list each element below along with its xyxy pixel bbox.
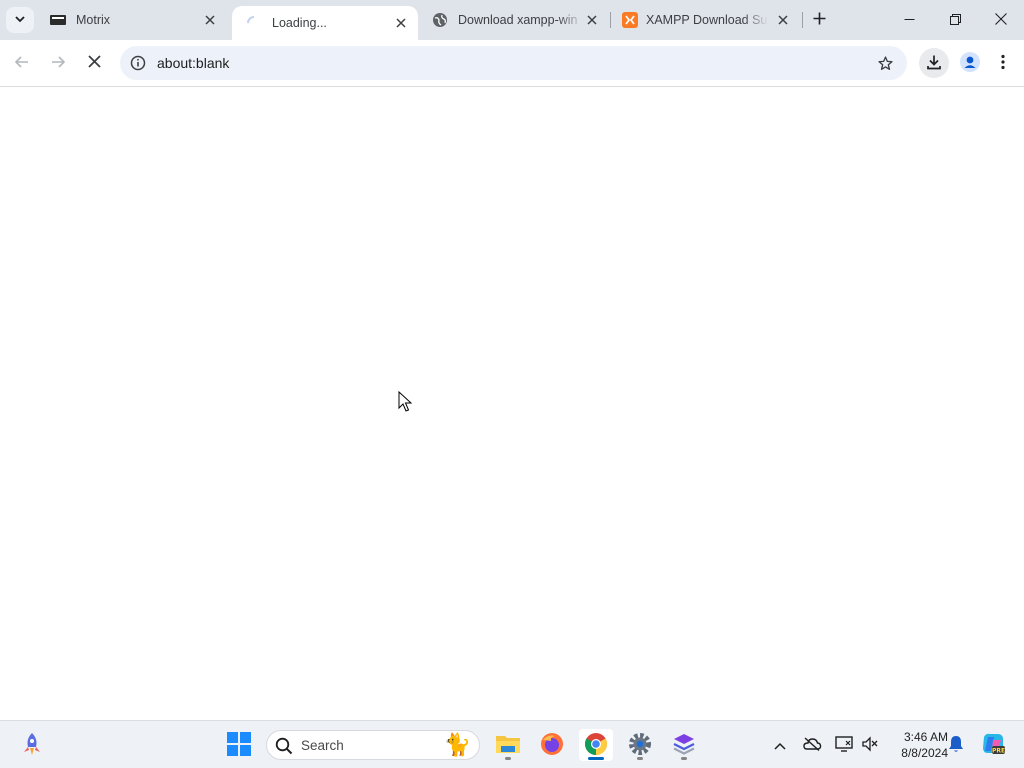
taskbar-chrome[interactable] (579, 729, 613, 761)
notifications-button[interactable] (946, 735, 966, 755)
stop-loading-button[interactable] (79, 48, 109, 78)
settings-icon (628, 732, 652, 759)
speaker-muted-icon (861, 735, 879, 755)
tab-title: Download xampp-win (458, 13, 578, 27)
tab-loading[interactable]: Loading... (232, 6, 418, 40)
tab-title: XAMPP Download Suc (646, 13, 768, 27)
windows-taskbar: Search 🐈 3:46 AM 8/8/2024 PRE (0, 720, 1024, 768)
start-button[interactable] (222, 729, 256, 761)
system-clock[interactable]: 3:46 AM 8/8/2024 (886, 729, 948, 761)
rocket-app-icon (21, 732, 43, 759)
address-bar[interactable]: about:blank (120, 46, 907, 80)
tab-download-xampp[interactable]: Download xampp-win (418, 0, 610, 40)
copilot-pre-icon: PRE (980, 731, 1006, 760)
arrow-left-icon (14, 54, 30, 73)
globe-icon (432, 12, 448, 28)
tab-xampp-download-success[interactable]: XAMPP Download Suc (610, 0, 802, 40)
profile-avatar-icon (960, 51, 980, 75)
tab-title: Loading... (272, 16, 327, 30)
active-indicator (588, 757, 604, 760)
close-tab-icon[interactable] (391, 13, 411, 33)
more-vertical-icon (1001, 54, 1005, 73)
show-hidden-icons-button[interactable] (770, 735, 790, 755)
new-tab-button[interactable] (806, 8, 832, 32)
restore-icon (949, 13, 961, 28)
taskbar-stack-app[interactable] (667, 729, 701, 761)
widgets-button[interactable] (15, 729, 49, 761)
browser-menu-button[interactable] (988, 48, 1018, 78)
chrome-icon (584, 732, 608, 759)
running-indicator (637, 757, 643, 760)
close-icon (995, 12, 1007, 28)
close-icon (87, 55, 101, 71)
firefox-icon (540, 732, 564, 759)
close-tab-icon[interactable] (773, 10, 793, 30)
bookmark-star-icon[interactable] (875, 53, 895, 73)
forward-button[interactable] (43, 48, 73, 78)
display-tray[interactable] (834, 735, 854, 755)
mouse-cursor-icon (398, 390, 413, 416)
page-content-blank[interactable] (0, 87, 1024, 720)
file-explorer-icon (495, 733, 521, 758)
tab-title: Motrix (76, 13, 111, 27)
tab-separator (802, 12, 803, 28)
arrow-right-icon (50, 54, 66, 73)
xampp-icon (622, 12, 638, 28)
restore-button[interactable] (932, 0, 978, 40)
minimize-button[interactable] (886, 0, 932, 40)
tab-motrix[interactable]: Motrix (36, 0, 228, 40)
search-icon (275, 737, 293, 758)
running-indicator (681, 757, 687, 760)
browser-toolbar: about:blank (0, 40, 1024, 87)
windows-start-icon (227, 731, 251, 759)
tab-strip: Motrix Loading... Download xampp-win XAM… (0, 0, 1024, 40)
profile-button[interactable] (955, 48, 985, 78)
taskbar-file-explorer[interactable] (491, 729, 525, 761)
chevron-down-icon (14, 13, 26, 28)
clock-date: 8/8/2024 (901, 746, 948, 760)
taskbar-search[interactable]: Search 🐈 (266, 730, 480, 760)
url-text[interactable]: about:blank (157, 55, 229, 71)
monitor-icon (835, 735, 853, 755)
chevron-up-icon (774, 738, 786, 753)
copilot-button[interactable]: PRE (980, 732, 1006, 758)
bell-icon (948, 735, 964, 756)
downloads-button[interactable] (919, 48, 949, 78)
taskbar-settings[interactable] (623, 729, 657, 761)
minimize-icon (904, 13, 915, 28)
close-tab-icon[interactable] (200, 10, 220, 30)
search-placeholder: Search (301, 738, 344, 753)
tab-search-button[interactable] (6, 7, 34, 33)
volume-tray[interactable] (860, 735, 880, 755)
loading-spinner-icon (246, 15, 262, 31)
search-highlight-cat-icon: 🐈 (443, 732, 471, 757)
download-icon (926, 54, 942, 73)
running-indicator (505, 757, 511, 760)
clock-time: 3:46 AM (903, 730, 948, 744)
onedrive-tray[interactable] (802, 735, 822, 755)
close-tab-icon[interactable] (582, 10, 602, 30)
plus-icon (813, 12, 826, 28)
close-window-button[interactable] (978, 0, 1024, 40)
cloud-offline-icon (802, 736, 822, 754)
stack-app-icon (672, 732, 696, 759)
back-button[interactable] (7, 48, 37, 78)
svg-text:PRE: PRE (992, 747, 1005, 754)
taskbar-firefox[interactable] (535, 729, 569, 761)
motrix-icon (50, 12, 66, 28)
info-icon[interactable] (128, 53, 148, 73)
